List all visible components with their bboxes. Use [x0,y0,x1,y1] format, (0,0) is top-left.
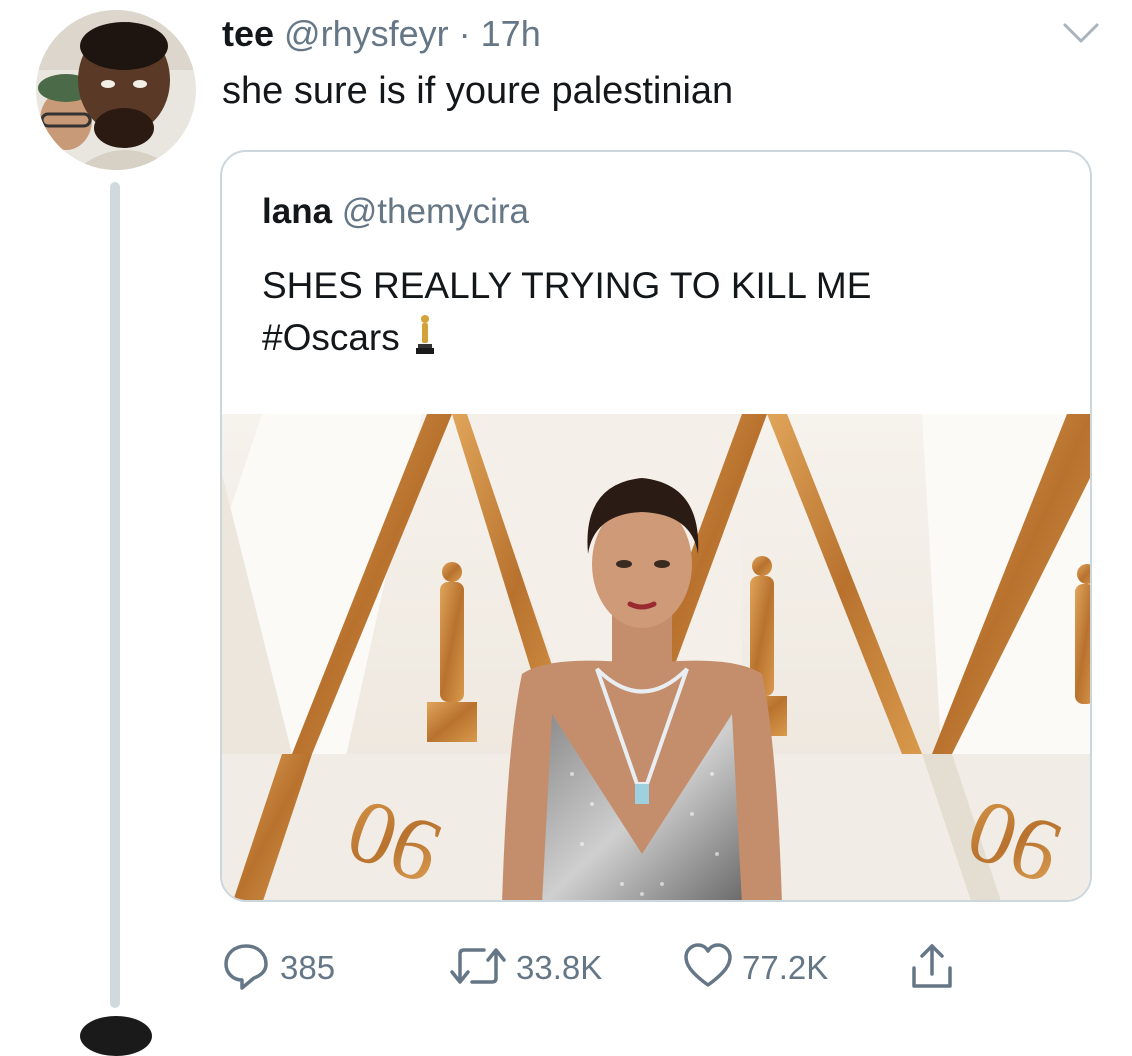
thread-connector-line [110,182,120,1008]
hashtag-oscars[interactable]: #Oscars [262,317,400,358]
reply-icon [220,940,272,997]
like-icon [682,940,734,997]
quoted-tweet-text: SHES REALLY TRYING TO KILL ME #Oscars [262,260,1062,370]
share-icon [908,940,956,997]
quoted-author-name: lana [262,192,333,231]
retweet-icon [448,940,508,997]
reply-count: 385 [280,949,336,986]
next-reply-avatar[interactable] [80,1016,152,1056]
quoted-tweet-photo[interactable]: 90 90 [222,414,1090,900]
like-button[interactable]: 77.2K [682,940,828,996]
retweet-count: 33.8K [516,949,603,986]
tweet-timestamp[interactable]: 17h [481,13,541,54]
like-count: 77.2K [742,949,829,986]
quoted-tweet-header: lana @themycira [262,190,529,234]
tweet-actions-bar: 385 33.8K 77.2K [220,940,980,996]
separator-dot: · [458,13,471,54]
retweet-button[interactable]: 33.8K [448,940,602,996]
oscar-trophy-icon [414,314,436,370]
quoted-author-handle: @themycira [341,192,530,231]
tweet-header: tee @rhysfeyr · 17h [222,12,541,56]
author-avatar[interactable] [36,10,196,170]
quoted-text-line-2: #Oscars [262,312,1062,370]
author-name[interactable]: tee [222,13,274,54]
quoted-text-line-1: SHES REALLY TRYING TO KILL ME [262,265,872,306]
author-handle[interactable]: @rhysfeyr [284,13,449,54]
tweet-text: she sure is if youre palestinian [222,70,734,112]
quoted-tweet-card[interactable]: lana @themycira SHES REALLY TRYING TO KI… [220,150,1092,902]
share-button[interactable] [908,940,956,996]
chevron-down-icon[interactable] [1062,22,1100,46]
reply-button[interactable]: 385 [220,940,335,996]
